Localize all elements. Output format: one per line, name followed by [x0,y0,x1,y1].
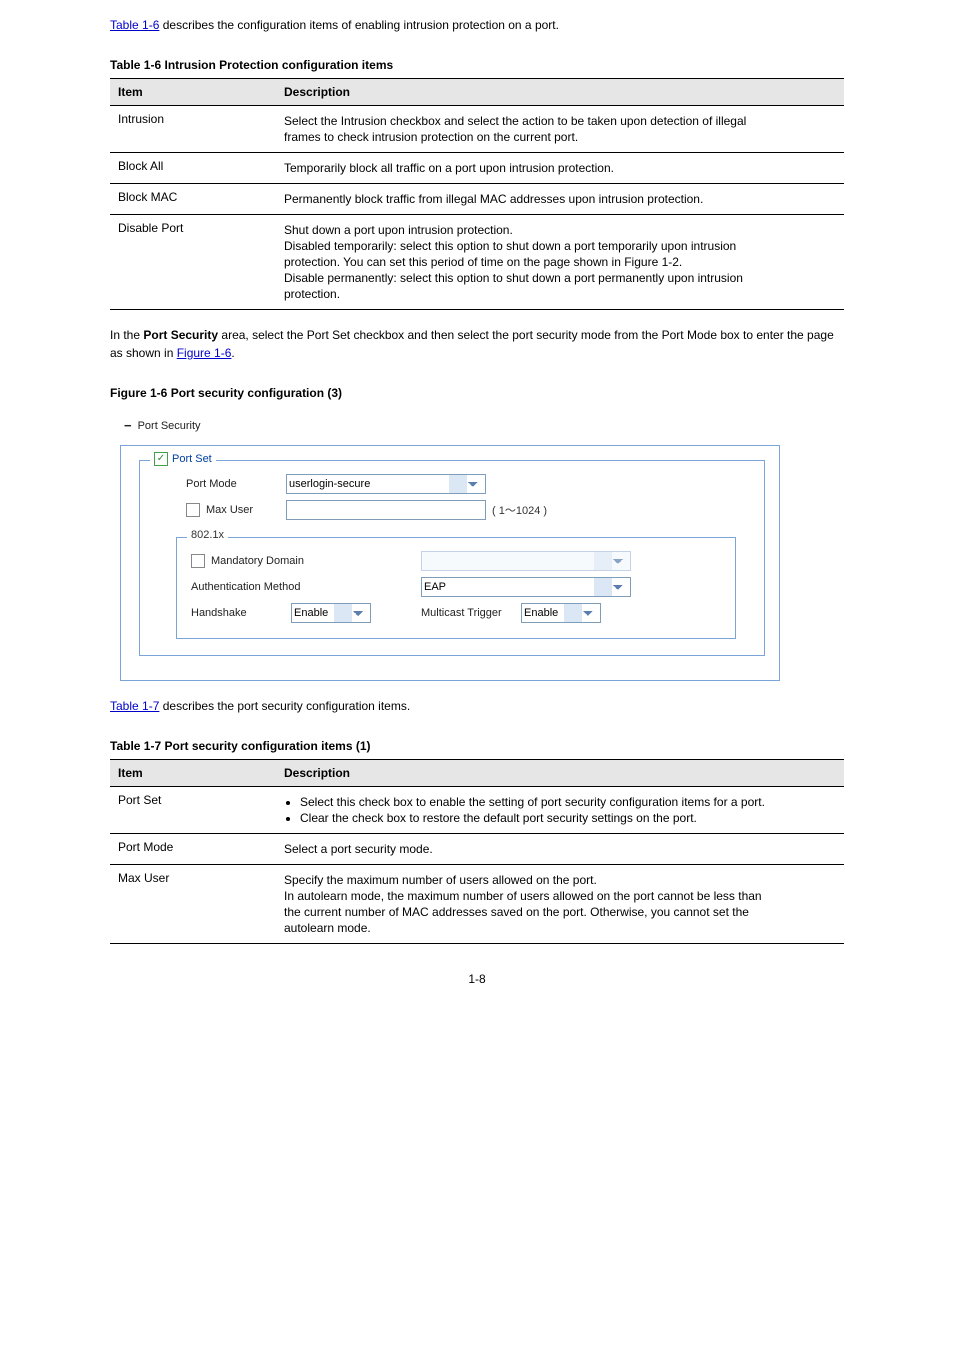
table1-intro: Table 1-6 describes the configuration it… [110,16,844,34]
portset-checkbox-icon[interactable]: ✓ [154,452,168,466]
table2-intro: Table 1-7 describes the port security co… [110,697,844,715]
figure-frame: ✓ Port Set Port Mode userlogin-secure Ma… [120,445,780,681]
cell-item: Block MAC [110,184,276,215]
cell-desc: Select a port security mode. [276,834,844,865]
table-row: Port ModeSelect a port security mode. [110,834,844,865]
mid-paragraph: In the Port Security area, select the Po… [110,326,844,362]
table-row: Port Set Select this check box to enable … [110,787,844,834]
8021x-legend: 802.1x [187,529,228,541]
portmode-select[interactable]: userlogin-secure [286,474,486,494]
cell-desc: Permanently block traffic from illegal M… [276,184,844,215]
multicast-select[interactable]: Enable [521,603,601,623]
cell-item: Intrusion [110,106,276,153]
table2-caption: Table 1-7 Port security configuration it… [110,739,844,753]
authmethod-select[interactable]: EAP [421,577,631,597]
table1-hdr-item: Item [110,79,276,106]
cell-desc: Shut down a port upon intrusion protecti… [276,215,844,310]
list-item: Clear the check box to restore the defau… [300,811,836,825]
handshake-select[interactable]: Enable [291,603,371,623]
8021x-fieldset: 802.1x Mandatory Domain Authentication M… [176,537,736,639]
figref-link[interactable]: Figure 1-6 [177,346,232,360]
maxuser-hint: ( 1～1024 ) [492,502,547,518]
maxuser-input[interactable] [286,500,486,520]
table2: Item Description Port Set Select this che… [110,759,844,944]
table1: Item Description IntrusionSelect the Int… [110,78,844,310]
handshake-label: Handshake [191,607,291,619]
multicast-label: Multicast Trigger [421,607,521,619]
table2-hdr-item: Item [110,760,276,787]
figure-title: Port Security [138,420,201,432]
cell-desc: Select the Intrusion checkbox and select… [276,106,844,153]
mandatory-domain-checkbox-icon[interactable] [191,554,205,568]
table-row: Disable PortShut down a port upon intrus… [110,215,844,310]
cell-desc: Specify the maximum number of users allo… [276,865,844,944]
cell-desc: Temporarily block all traffic on a port … [276,153,844,184]
cell-item: Block All [110,153,276,184]
portmode-label: Port Mode [156,478,286,490]
authmethod-label: Authentication Method [191,581,421,593]
list-item: Select this check box to enable the sett… [300,795,836,809]
mandatory-domain-label: Mandatory Domain [211,555,304,567]
maxuser-checkbox-icon[interactable] [186,503,200,517]
table1-hdr-desc: Description [276,79,844,106]
table-row: Block AllTemporarily block all traffic o… [110,153,844,184]
cell-item: Disable Port [110,215,276,310]
portset-legend[interactable]: ✓ Port Set [150,452,216,466]
table-row: Max UserSpecify the maximum number of us… [110,865,844,944]
figure-caption: Figure 1-6 Port security configuration (… [110,386,844,400]
page-number: 1-8 [110,972,844,986]
mandatory-domain-select [421,551,631,571]
table1-link[interactable]: Table 1-6 [110,18,159,32]
table-row: IntrusionSelect the Intrusion checkbox a… [110,106,844,153]
cell-desc: Select this check box to enable the sett… [276,787,844,834]
table-row: Block MACPermanently block traffic from … [110,184,844,215]
maxuser-label[interactable]: Max User [156,503,286,517]
table2-link[interactable]: Table 1-7 [110,699,159,713]
portset-fieldset: ✓ Port Set Port Mode userlogin-secure Ma… [139,460,765,656]
collapse-icon[interactable]: − [124,418,132,433]
table1-caption: Table 1-6 Intrusion Protection configura… [110,58,844,72]
cell-item: Port Mode [110,834,276,865]
cell-item: Port Set [110,787,276,834]
table2-hdr-desc: Description [276,760,844,787]
cell-item: Max User [110,865,276,944]
